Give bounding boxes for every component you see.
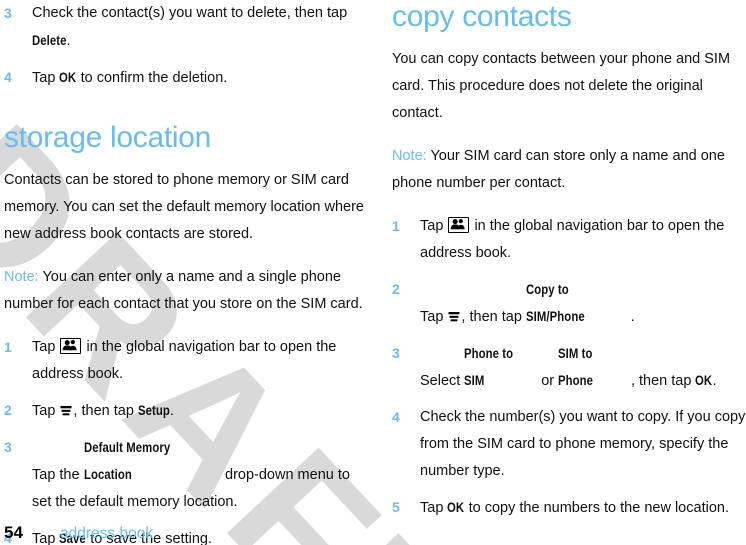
ui-label: OK [447,500,465,515]
footer-section-title: address book [60,525,154,542]
note-body: You can enter only a name and a single p… [4,269,363,312]
step-item: 5 Tap OK to copy the numbers to the new l… [392,494,746,522]
step-text: Tap [32,70,60,86]
step-text: , then tap [73,403,138,419]
contacts-icon [60,338,82,354]
ui-label: OK [695,373,713,388]
menu-icon [60,405,72,417]
step-text: to copy the numbers to the new location. [464,500,729,516]
step-number: 4 [4,69,12,85]
step-item: 4 Tap OK to confirm the deletion. [4,64,370,92]
step-number: 5 [392,499,400,515]
left-column: 3 Check the contact(s) you want to delete… [4,0,370,545]
step-text: Check the contact(s) you want to delete,… [32,5,348,21]
steps-continued-list: 3 Check the contact(s) you want to delete… [4,0,370,101]
step-number: 3 [4,5,12,21]
step-text: Tap [420,500,448,516]
page-title-copy-contacts: copy contacts [392,0,572,33]
step-text: Select [420,373,465,389]
storage-location-paragraph: Contacts can be stored to phone memory o… [4,172,365,242]
step-number: 2 [392,281,400,297]
step-number: 2 [4,402,12,418]
step-text: Tap [420,309,448,325]
step-text: Tap the [32,467,84,483]
step-text: . [169,403,174,419]
step-item: 3 Select Phone to SIM or SIM to Phone , th… [392,340,746,395]
contacts-icon [448,217,470,233]
step-item: 4 Check the number(s) you want to copy. I… [392,404,746,485]
copy-contacts-note: Note: Your SIM card can store only a nam… [392,143,746,197]
step-text: , then tap [630,373,696,389]
ui-label: SIM to Phone [558,346,594,388]
step-number: 3 [4,439,12,455]
step-text: . [712,373,717,389]
copy-contacts-steps: 1 Tap in the global navigation bar to ope… [392,213,746,531]
step-item: 2 Tap , then tap Copy to SIM/Phone. [392,276,746,331]
step-item: 3 Check the contact(s) you want to delete… [4,0,370,55]
step-text: Check the number(s) you want to copy. If… [420,409,746,479]
ui-label: OK [59,70,77,85]
step-item: 3 Tap the Default Memory Location drop-do… [4,434,370,516]
note-label: Note: [4,269,39,285]
step-number: 1 [4,339,12,355]
ui-label: Delete [32,33,67,48]
step-text: Tap [32,403,60,419]
step-item: 1 Tap in the global navigation bar to ope… [392,213,746,267]
step-item: 2 Tap , then tap Setup. [4,397,370,425]
note-label: Note: [392,148,427,164]
copy-contacts-paragraph: You can copy contacts between your phone… [392,51,731,121]
note-body: Your SIM card can store only a name and … [392,148,725,191]
step-text: to confirm the deletion. [76,70,228,86]
ui-label: Setup [137,403,170,418]
page-footer: 54 address book [4,523,153,543]
step-text: Tap [32,339,60,355]
storage-location-note: Note: You can enter only a name and a si… [4,264,370,318]
step-text: or [537,373,559,389]
ui-label: Copy to SIM/Phone [525,282,585,324]
page-columns: 3 Check the contact(s) you want to delete… [0,0,746,545]
manual-page: DRAFT 3 Check the contact(s) you want to … [0,0,746,545]
step-number: 1 [392,218,400,234]
step-number: 4 [392,409,400,425]
step-text: . [630,309,635,325]
ui-label: Default Memory Location [83,440,170,482]
step-text: , then tap [461,309,526,325]
ui-label: Phone to SIM [464,346,514,388]
right-column: copy contacts You can copy contacts betw… [392,0,746,531]
step-text: Tap [420,218,448,234]
menu-icon [448,311,460,323]
step-item: 1 Tap in the global navigation bar to ope… [4,334,370,388]
page-number: 54 [4,523,23,542]
page-title-storage-location: storage location [4,121,212,154]
storage-location-steps: 1 Tap in the global navigation bar to ope… [4,334,370,545]
step-number: 3 [392,345,400,361]
step-text: . [66,33,71,49]
